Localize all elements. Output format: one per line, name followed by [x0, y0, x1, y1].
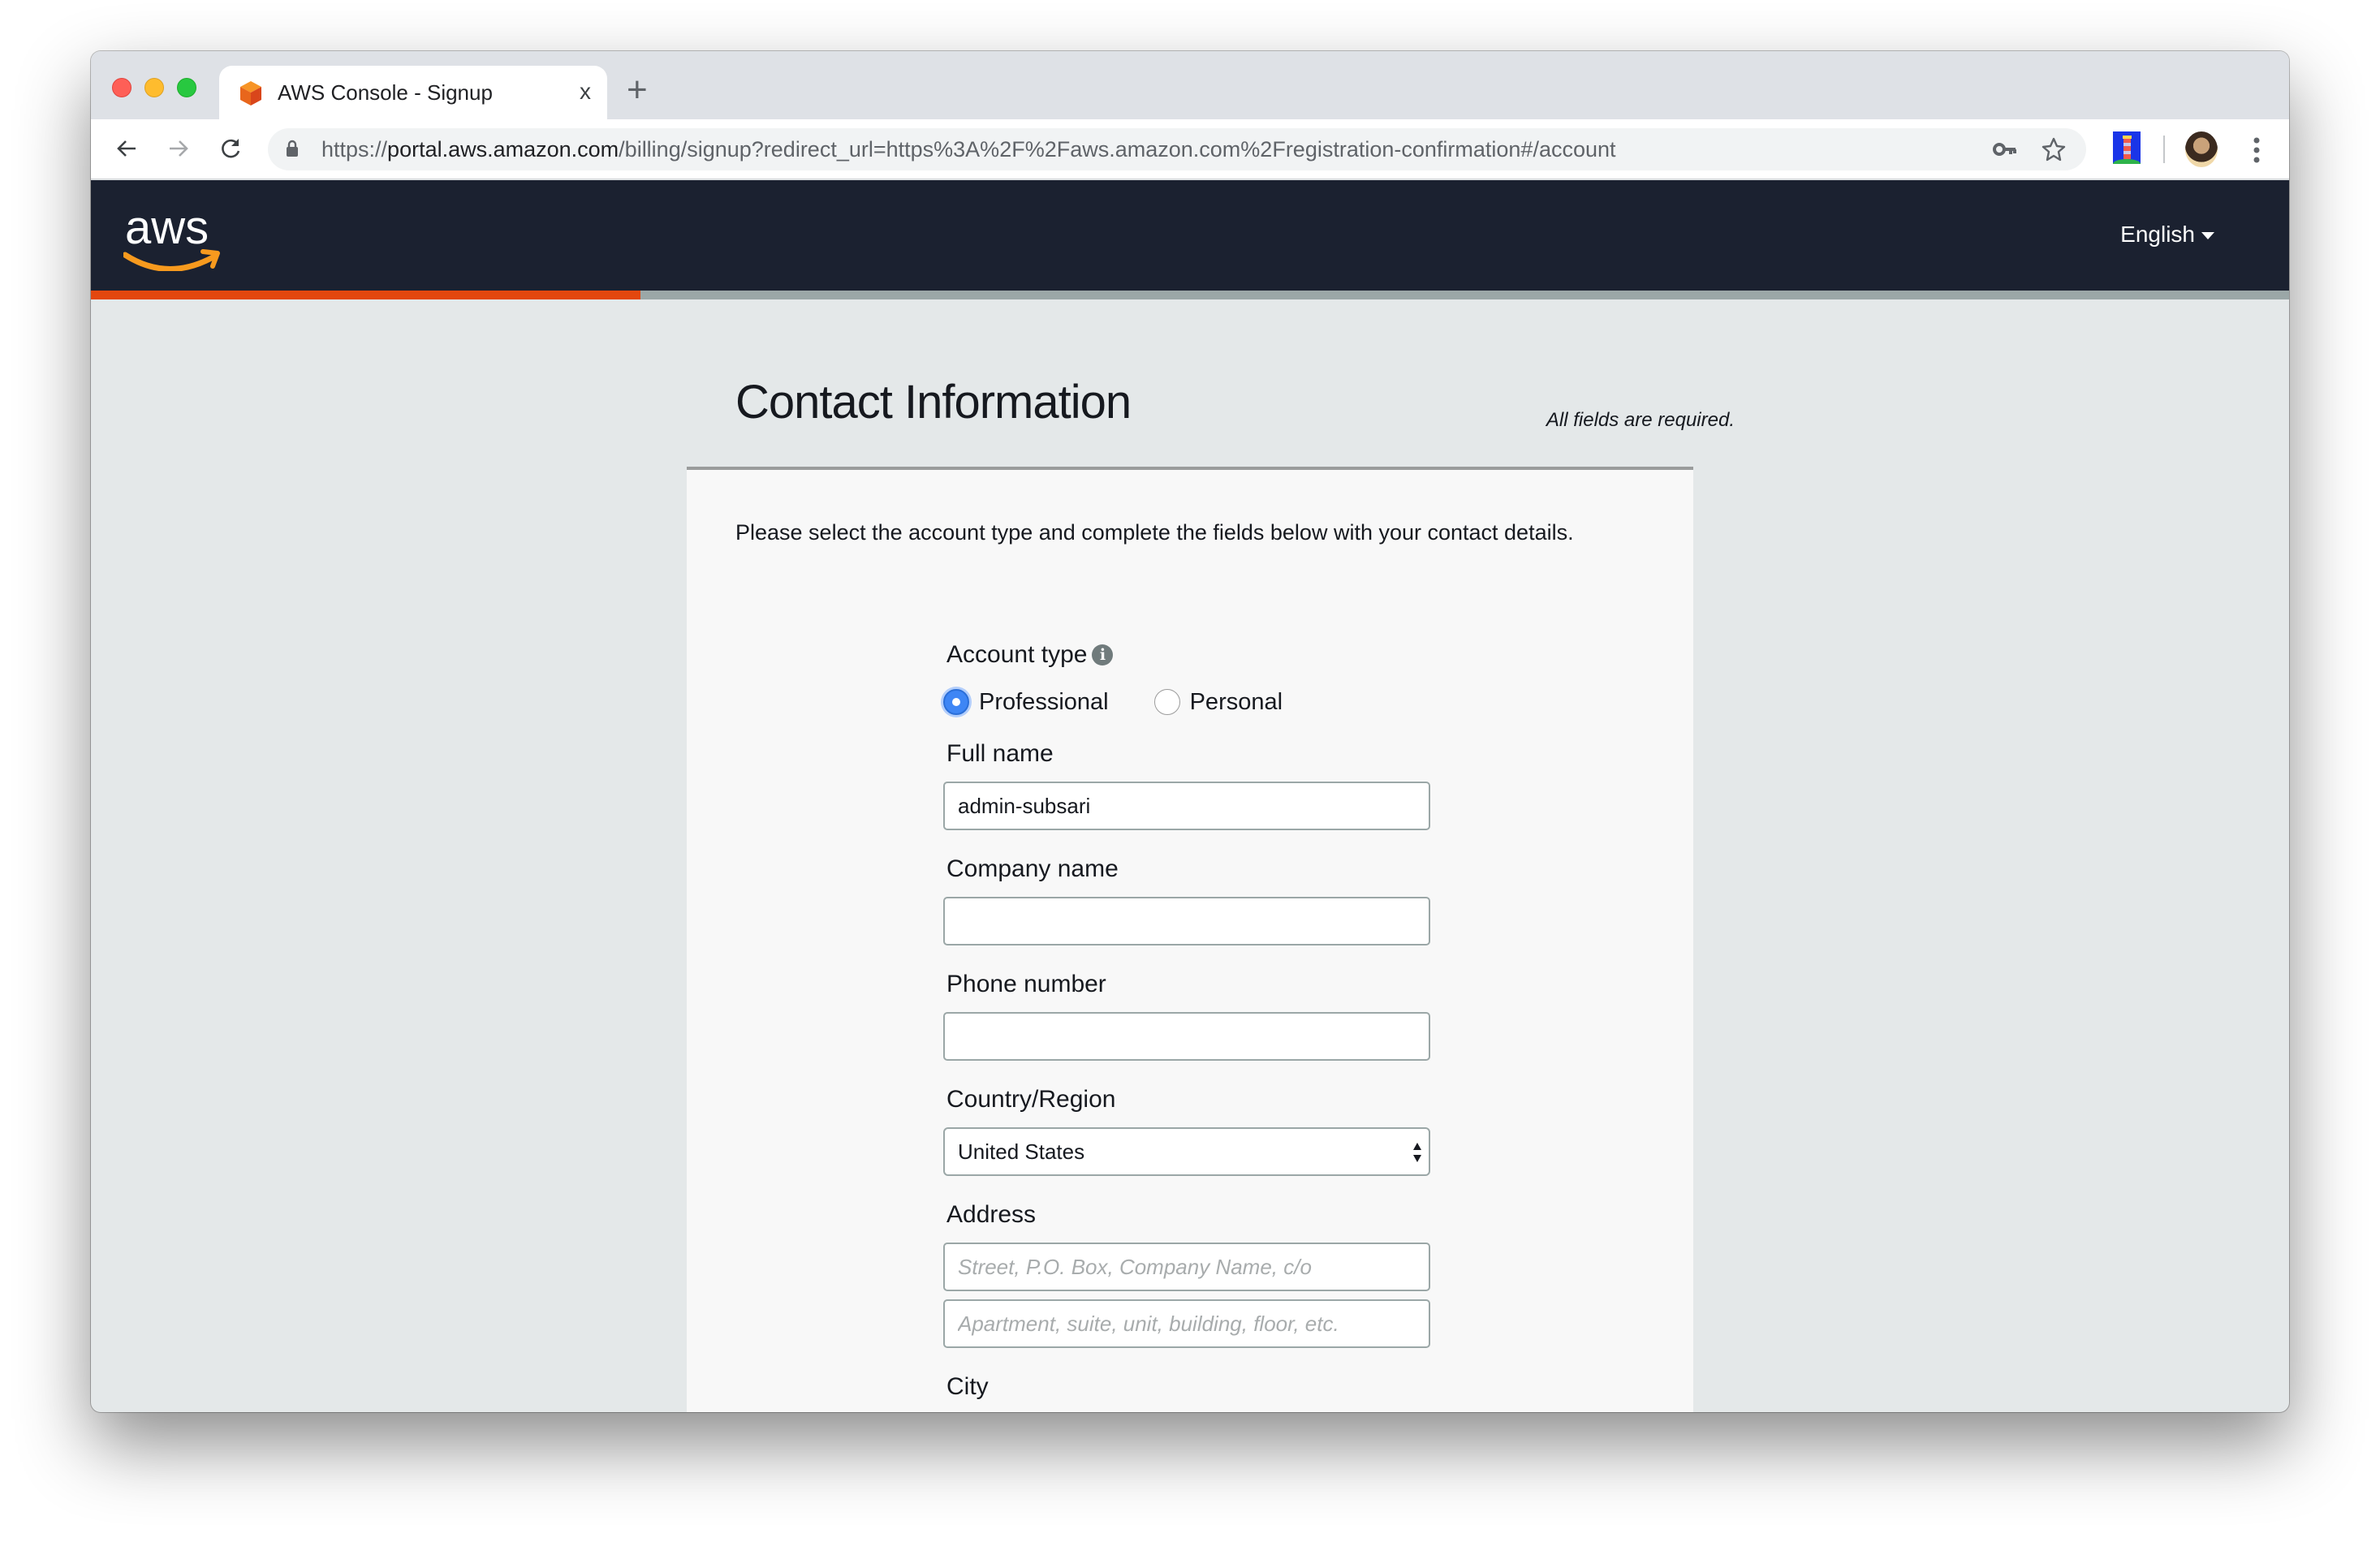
select-updown-icon	[1413, 1143, 1421, 1162]
aws-logo[interactable]: aws	[123, 201, 229, 271]
bookmark-star-button[interactable]	[2041, 136, 2067, 162]
info-icon[interactable]: i	[1092, 644, 1114, 665]
address-bar[interactable]: https://portal.aws.amazon.com/billing/si…	[268, 128, 2086, 170]
url-text: https://portal.aws.amazon.com/billing/si…	[321, 137, 1616, 162]
company-name-label: Company name	[946, 855, 1119, 882]
close-window-button[interactable]	[112, 78, 132, 97]
tab-close-icon[interactable]: x	[580, 79, 591, 105]
aws-cube-favicon-icon	[240, 81, 261, 106]
intro-text: Please select the account type and compl…	[735, 520, 1574, 545]
lighthouse-extension-icon[interactable]	[2113, 131, 2141, 164]
forward-button[interactable]	[161, 131, 196, 166]
radio-personal[interactable]: Personal	[1153, 688, 1283, 716]
full-name-label: Full name	[946, 740, 1054, 767]
required-note: All fields are required.	[1546, 409, 1735, 431]
tab-strip: AWS Console - Signup x +	[91, 51, 2289, 119]
tab-aws-console-signup[interactable]: AWS Console - Signup x	[219, 66, 607, 119]
page-title: Contact Information	[735, 376, 1132, 429]
radio-personal-indicator[interactable]	[1153, 689, 1180, 715]
browser-window: AWS Console - Signup x + https://portal.…	[91, 51, 2289, 1412]
city-label: City	[946, 1373, 989, 1400]
menu-dots-icon[interactable]	[2247, 134, 2266, 166]
country-region-select[interactable]: United States	[943, 1127, 1430, 1176]
star-icon	[2042, 137, 2066, 162]
reload-button[interactable]	[213, 131, 248, 166]
address-label: Address	[946, 1201, 1037, 1228]
screen: AWS Console - Signup x + https://portal.…	[0, 0, 2380, 1542]
url-host: portal.aws.amazon.com	[387, 137, 619, 162]
url-scheme: https://	[321, 137, 388, 162]
signup-progress-bar	[91, 291, 2289, 299]
account-type-label-text: Account type	[946, 641, 1088, 668]
new-tab-button[interactable]: +	[627, 72, 648, 108]
contact-form-card: Please select the account type and compl…	[687, 467, 1693, 1412]
lock-icon	[287, 140, 298, 157]
password-key-button[interactable]	[1992, 136, 2018, 162]
reload-icon	[222, 139, 240, 158]
radio-professional-indicator[interactable]	[943, 689, 969, 715]
phone-number-input[interactable]	[943, 1012, 1430, 1061]
language-selector[interactable]: English	[2120, 221, 2214, 248]
company-name-input[interactable]	[943, 897, 1430, 945]
back-icon	[117, 140, 136, 157]
account-type-label: Account type i	[946, 640, 1114, 670]
radio-professional-label: Professional	[979, 689, 1109, 715]
address-line1-input[interactable]	[943, 1243, 1430, 1291]
country-region-label: Country/Region	[946, 1086, 1116, 1113]
phone-number-label: Phone number	[946, 971, 1106, 997]
account-type-radio-group: Professional Personal	[943, 686, 1328, 718]
profile-avatar[interactable]	[2185, 131, 2218, 167]
radio-personal-label: Personal	[1189, 689, 1283, 715]
maximize-window-button[interactable]	[177, 78, 196, 97]
aws-navbar: aws English	[91, 180, 2289, 291]
language-label: English	[2120, 222, 2195, 247]
country-region-value: United States	[958, 1139, 1085, 1164]
address-line2-input[interactable]	[943, 1299, 1430, 1348]
caret-down-icon	[2201, 231, 2214, 239]
radio-professional[interactable]: Professional	[943, 688, 1109, 716]
toolbar-separator	[2163, 136, 2165, 163]
url-path: /billing/signup?redirect_url=https%3A%2F…	[619, 137, 1616, 162]
back-button[interactable]	[109, 131, 144, 166]
tab-title: AWS Console - Signup	[278, 80, 493, 105]
aws-logo-text: aws	[125, 201, 209, 254]
key-icon	[1993, 143, 2016, 156]
signup-progress-fill	[91, 291, 640, 299]
minimize-window-button[interactable]	[144, 78, 164, 97]
full-name-input[interactable]	[943, 782, 1430, 830]
browser-toolbar: https://portal.aws.amazon.com/billing/si…	[91, 119, 2289, 179]
forward-icon	[170, 140, 188, 157]
